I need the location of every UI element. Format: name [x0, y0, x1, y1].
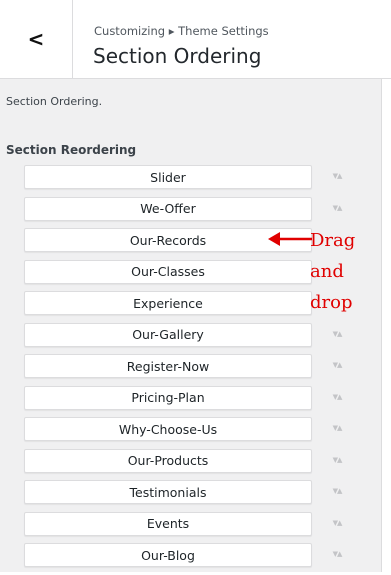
annotation-arrow-icon [268, 232, 312, 246]
sortable-item-pricing-plan[interactable]: Pricing-Plan [24, 385, 312, 410]
section-ordering-panel: Section Ordering. Section Reordering Sli… [0, 79, 382, 572]
sortable-item-testimonials[interactable]: Testimonials [24, 480, 312, 504]
sortable-item-slider[interactable]: Slider [24, 165, 312, 189]
breadcrumb: Customizing ▸ Theme Settings [94, 24, 269, 38]
reorder-arrows-icon[interactable]: ▼▲ [328, 202, 346, 214]
sortable-row: Pricing-Plan ▼▲ [24, 385, 374, 418]
reorder-arrows-icon[interactable]: ▼▲ [328, 548, 346, 560]
reorder-arrows-icon[interactable]: ▼▲ [328, 454, 346, 466]
sortable-item-why-choose-us[interactable]: Why-Choose-Us [24, 417, 312, 441]
sortable-item-register-now[interactable]: Register-Now [24, 354, 312, 378]
page-title: Section Ordering [93, 44, 262, 68]
sortable-item-our-gallery[interactable]: Our-Gallery [24, 322, 312, 347]
reorder-arrows-icon[interactable]: ▼▲ [328, 359, 346, 371]
sortable-item-our-classes[interactable]: Our-Classes [24, 259, 312, 284]
annotation-line: Drag [310, 230, 356, 251]
sortable-row: Our-Blog ▼▲ [24, 543, 374, 575]
sortable-item-our-products[interactable]: Our-Products [24, 448, 312, 473]
reorder-arrows-icon[interactable]: ▼▲ [328, 170, 346, 182]
sortable-row: Testimonials ▼▲ [24, 480, 374, 512]
reorder-arrows-icon[interactable]: ▼▲ [328, 328, 346, 340]
drag-and-drop-annotation: Drag and drop [310, 225, 380, 318]
annotation-line: drop [310, 292, 353, 313]
sortable-row: Our-Products ▼▲ [24, 448, 374, 481]
sortable-item-experience[interactable]: Experience [24, 291, 312, 315]
sortable-row: Our-Gallery ▼▲ [24, 322, 374, 355]
sortable-row: Events ▼▲ [24, 511, 374, 544]
sortable-item-events[interactable]: Events [24, 511, 312, 536]
sortable-item-we-offer[interactable]: We-Offer [24, 196, 312, 221]
sortable-row: Register-Now ▼▲ [24, 354, 374, 386]
back-button[interactable]: < [0, 0, 73, 78]
reorder-arrows-icon[interactable]: ▼▲ [328, 422, 346, 434]
annotation-line: and [310, 261, 344, 282]
customizer-header: < Customizing ▸ Theme Settings Section O… [0, 0, 391, 79]
sortable-row: Slider ▼▲ [24, 165, 374, 197]
reorder-arrows-icon[interactable]: ▼▲ [328, 485, 346, 497]
sortable-row: Why-Choose-Us ▼▲ [24, 417, 374, 449]
reorder-arrows-icon[interactable]: ▼▲ [328, 517, 346, 529]
reorder-arrows-icon[interactable]: ▼▲ [328, 391, 346, 403]
sortable-item-our-blog[interactable]: Our-Blog [24, 543, 312, 567]
section-reordering-heading: Section Reordering [6, 143, 137, 157]
sortable-row: We-Offer ▼▲ [24, 196, 374, 229]
panel-description: Section Ordering. [6, 95, 103, 108]
